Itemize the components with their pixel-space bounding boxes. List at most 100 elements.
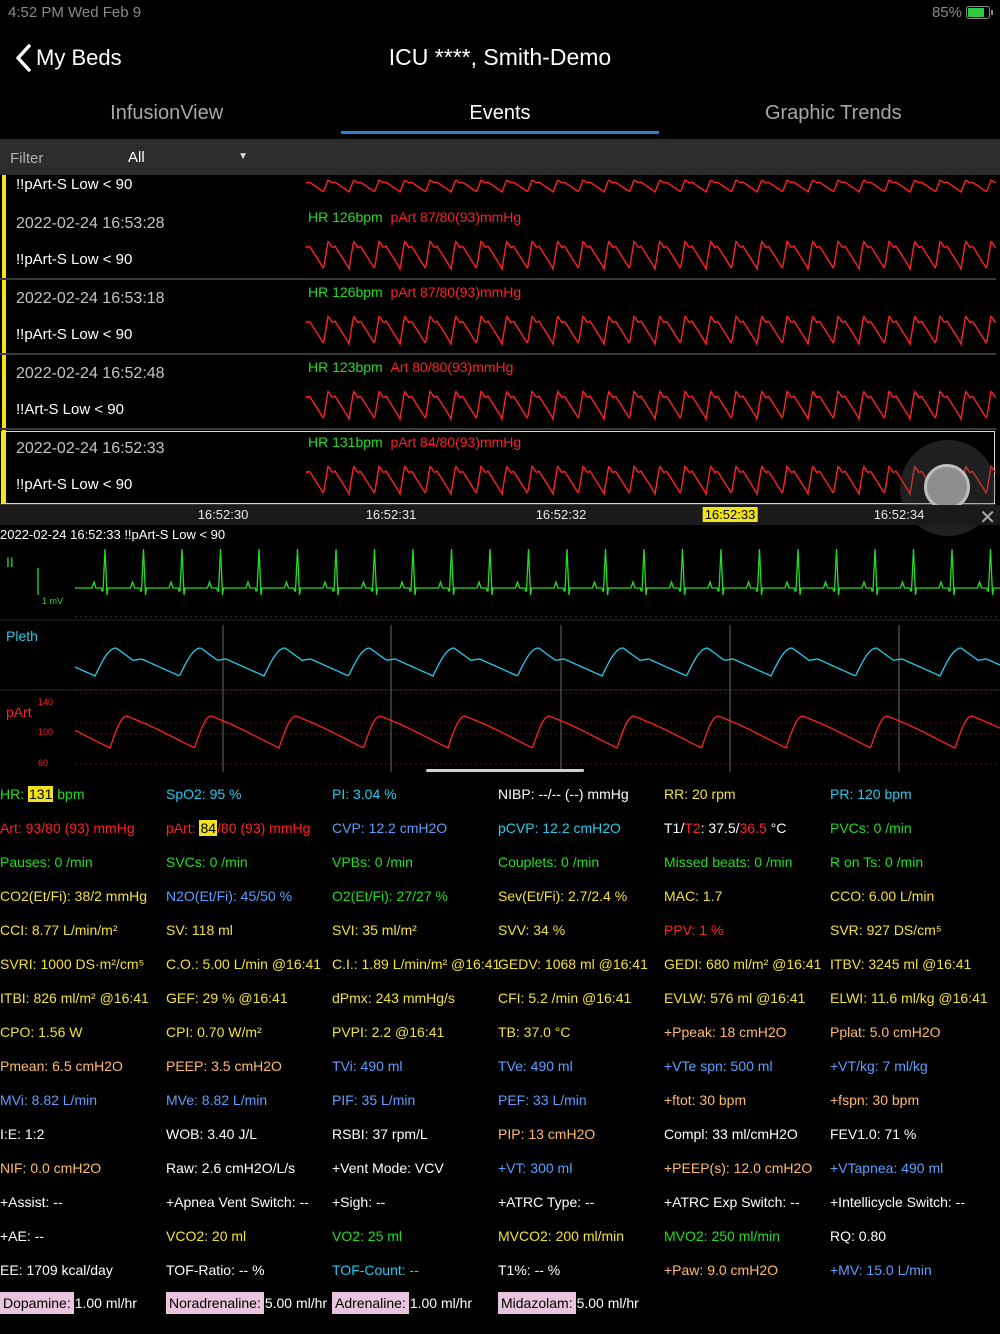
drug-infusion: Noradrenaline: 5.00 ml/hr	[166, 1292, 327, 1314]
art-trace	[306, 389, 996, 422]
alarm-bar	[2, 280, 6, 353]
nav-bar: My Beds ICU ****, Smith-Demo	[0, 30, 1000, 90]
ecg-scale-label: 1 mV	[42, 596, 63, 606]
param-value: PI: 3.04 %	[332, 786, 397, 802]
event-alarm: !!pArt-S Low < 90	[16, 176, 133, 193]
timeline-tick: 16:52:30	[197, 507, 249, 522]
event-vitals: HR 126bpm pArt 87/80(93)mmHg	[308, 284, 521, 300]
param-value: NIBP: --/-- (--) mmHg	[498, 786, 629, 802]
part-scale-140: 140	[38, 697, 53, 707]
event-row[interactable]: 2022-02-24 16:52:48 !!Art-S Low < 90 HR …	[0, 355, 996, 430]
event-pressure: pArt 87/80(93)mmHg	[390, 284, 522, 300]
param-value: SVI: 35 ml/m²	[332, 922, 417, 938]
param-value: +PEEP(s): 12.0 cmH2O	[664, 1160, 813, 1176]
event-waveform	[306, 239, 996, 272]
tab-graphic-trends[interactable]: Graphic Trends	[667, 96, 1000, 134]
param-value: +Apnea Vent Switch: --	[166, 1194, 309, 1210]
param-value: N2O(Et/Fi): 45/50 %	[166, 888, 293, 904]
alarm-bar	[2, 355, 6, 428]
art-trace	[306, 179, 996, 194]
param-value: GEF: 29 % @16:41	[166, 990, 288, 1006]
drug-infusion: Dopamine: 1.00 ml/hr	[0, 1292, 137, 1314]
param-value: TVe: 490 ml	[498, 1058, 573, 1074]
param-value: I:E: 1:2	[0, 1126, 45, 1142]
param-value: GEDI: 680 ml/m² @16:41	[664, 956, 822, 972]
event-row[interactable]: !!pArt-S Low < 90	[0, 175, 996, 207]
dropdown-arrow-icon: ▼	[238, 151, 248, 162]
event-vitals: HR 126bpm pArt 87/80(93)mmHg	[308, 209, 521, 225]
param-value: VO2: 25 ml	[332, 1228, 403, 1244]
back-button[interactable]: My Beds	[14, 44, 122, 72]
filter-label: Filter	[10, 150, 44, 167]
param-value: +MV: 15.0 L/min	[830, 1262, 932, 1278]
scroll-indicator[interactable]	[426, 769, 584, 772]
param-value: Art: 93/80 (93) mmHg	[0, 820, 135, 836]
status-bar: 4:52 PM Wed Feb 9 85%	[0, 0, 1000, 26]
param-value: CVP: 12.2 cmH2O	[332, 820, 448, 836]
battery-icon	[966, 6, 993, 19]
param-value: GEDV: 1068 ml @16:41	[498, 956, 648, 972]
param-value: CO2(Et/Fi): 38/2 mmHg	[0, 888, 148, 904]
timeline-tick: 16:52:34	[873, 507, 925, 522]
close-icon[interactable]: ✕	[979, 505, 996, 530]
event-alarm: !!pArt-S Low < 90	[16, 476, 133, 493]
param-value: ITBI: 826 ml/m² @16:41	[0, 990, 149, 1006]
param-value: PEEP: 3.5 cmH2O	[166, 1058, 282, 1074]
param-value: +VT/kg: 7 ml/kg	[830, 1058, 928, 1074]
param-value: +ftot: 30 bpm	[664, 1092, 747, 1108]
parameter-grid: HR: 131 bpm SpO2: 95 % PI: 3.04 % NIBP: --/…	[0, 769, 1000, 1334]
event-vitals: HR 123bpm Art 80/80(93)mmHg	[308, 359, 513, 375]
param-value: EVLW: 576 ml @16:41	[664, 990, 806, 1006]
param-value: +Paw: 9.0 cmH2O	[664, 1262, 778, 1278]
param-value: PR: 120 bpm	[830, 786, 912, 802]
param-value: CPI: 0.70 W/m²	[166, 1024, 262, 1040]
filter-bar: Filter All ▼	[0, 139, 1000, 175]
param-value: C.I.: 1.89 L/min/m² @16:41	[332, 956, 501, 972]
param-value: +VT: 300 ml	[498, 1160, 573, 1176]
timeline-tick-current: 16:52:33	[702, 507, 758, 522]
param-value: +Intellicycle Switch: --	[830, 1194, 965, 1210]
back-label: My Beds	[36, 45, 122, 70]
param-value: TVi: 490 ml	[332, 1058, 403, 1074]
tab-events[interactable]: Events	[333, 96, 666, 134]
event-row-selected[interactable]: 2022-02-24 16:52:33 !!pArt-S Low < 90 HR…	[0, 430, 996, 505]
param-value: MAC: 1.7	[664, 888, 723, 904]
param-value: R on Ts: 0 /min	[830, 854, 924, 870]
page-title: ICU ****, Smith-Demo	[388, 44, 612, 70]
param-value: PEF: 33 L/min	[498, 1092, 587, 1108]
param-value: MVi: 8.82 L/min	[0, 1092, 98, 1108]
alarm-bar	[2, 205, 6, 278]
param-value: PIF: 35 L/min	[332, 1092, 416, 1108]
param-value: +VTe spn: 500 ml	[664, 1058, 773, 1074]
drug-rate: 1.00 ml/hr	[74, 1295, 137, 1311]
drug-name: Dopamine:	[0, 1292, 74, 1314]
drug-rate: 5.00 ml/hr	[264, 1295, 328, 1311]
event-list[interactable]: !!pArt-S Low < 90 2022-02-24 16:53:28 !!…	[0, 175, 1000, 505]
battery-indicator: 85%	[931, 4, 993, 21]
event-row[interactable]: 2022-02-24 16:53:28 !!pArt-S Low < 90 HR…	[0, 205, 996, 280]
art-trace	[306, 239, 996, 272]
filter-value: All	[128, 149, 145, 166]
tab-infusionview[interactable]: InfusionView	[0, 96, 333, 134]
param-value: RQ: 0.80	[830, 1228, 887, 1244]
param-value: +Vent Mode: VCV	[332, 1160, 444, 1176]
param-value: +ATRC Exp Switch: --	[664, 1194, 800, 1210]
event-waveform	[306, 464, 996, 497]
tab-bar: InfusionView Events Graphic Trends	[0, 96, 1000, 134]
filter-select[interactable]: All ▼	[128, 149, 248, 166]
param-value: pCVP: 12.2 cmH2O	[498, 820, 621, 836]
event-row[interactable]: 2022-02-24 16:53:18 !!pArt-S Low < 90 HR…	[0, 280, 996, 355]
param-value: MVO2: 250 ml/min	[664, 1228, 780, 1244]
param-value: pArt: 84/80 (93) mmHg	[166, 820, 311, 836]
drug-name: Adrenaline:	[332, 1292, 409, 1314]
art-trace	[306, 464, 996, 497]
param-value: +Sigh: --	[332, 1194, 386, 1210]
event-alarm: !!Art-S Low < 90	[16, 401, 124, 418]
param-value: CCI: 8.77 L/min/m²	[0, 922, 118, 938]
param-value: +ATRC Type: --	[498, 1194, 595, 1210]
battery-percent: 85%	[931, 4, 962, 21]
art-trace	[306, 314, 996, 347]
param-value: MVe: 8.82 L/min	[166, 1092, 268, 1108]
event-timestamp: 2022-02-24 16:52:48	[16, 365, 165, 382]
timeline[interactable]: 16:52:30 16:52:31 16:52:32 16:52:33 16:5…	[0, 505, 1000, 529]
